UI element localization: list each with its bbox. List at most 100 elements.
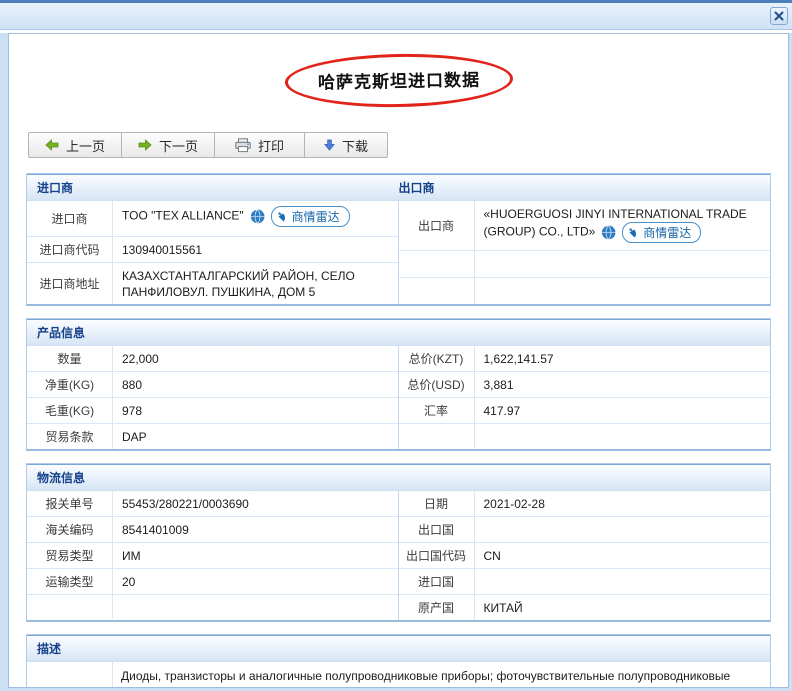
field-label: 进口商 bbox=[27, 201, 113, 236]
print-button[interactable]: 打印 bbox=[214, 132, 306, 158]
red-circle-annotation: 哈萨克斯坦进口数据 bbox=[284, 52, 513, 109]
radar-label: 商情雷达 bbox=[291, 210, 340, 224]
field-label: 净重(KG) bbox=[27, 372, 113, 397]
field-label: 产品描述 bbox=[27, 662, 113, 687]
globe-icon[interactable] bbox=[249, 209, 265, 224]
field-label: 出口商 bbox=[399, 201, 475, 250]
section-header: 物流信息 bbox=[27, 464, 770, 491]
table-row: 报关单号 55453/280221/0003690 bbox=[27, 491, 398, 517]
business-radar-link[interactable]: 商情雷达 bbox=[270, 206, 350, 227]
close-icon bbox=[774, 11, 784, 21]
table-row: 贸易类型 ИМ bbox=[27, 543, 398, 569]
field-label: 报关单号 bbox=[27, 491, 113, 516]
print-label: 打印 bbox=[258, 138, 285, 154]
table-row: 净重(KG) 880 bbox=[27, 372, 398, 398]
product-right-table: 总价(KZT) 1,622,141.57 总价(USD) 3,881 汇率 41… bbox=[398, 346, 770, 449]
title-area: 哈萨克斯坦进口数据 bbox=[26, 52, 771, 118]
importer-header: 进口商 bbox=[37, 181, 74, 195]
exporter-header: 出口商 bbox=[398, 181, 435, 195]
table-row: 海关编码 8541401009 bbox=[27, 517, 398, 543]
field-label: 出口国代码 bbox=[399, 543, 475, 568]
product-header: 产品信息 bbox=[37, 326, 86, 340]
field-value: CN bbox=[483, 548, 501, 563]
page-title: 哈萨克斯坦进口数据 bbox=[317, 70, 480, 93]
toolbar: 上一页 下一页 打印 下载 bbox=[28, 132, 389, 158]
download-label: 下载 bbox=[342, 138, 369, 154]
importer-name: TOO "TEX ALLIANCE" bbox=[122, 208, 244, 223]
dialog-window: 哈萨克斯坦进口数据 上一页 下一页 打印 下载 进口商 出口商 进口商 TOO … bbox=[0, 0, 792, 691]
section-description: 描述 产品描述 Диоды, транзисторы и аналогичные… bbox=[26, 634, 771, 687]
field-label: 出口国 bbox=[399, 517, 475, 542]
field-value: 130940015561 bbox=[122, 242, 203, 257]
window-frame: 哈萨克斯坦进口数据 上一页 下一页 打印 下载 进口商 出口商 进口商 TOO … bbox=[0, 33, 792, 691]
field-value: 1,622,141.57 bbox=[483, 351, 554, 366]
table-row: 进口商代码 130940015561 bbox=[27, 237, 398, 263]
importer-table: 进口商 TOO "TEX ALLIANCE" 商情雷达 进口商代码 1309400… bbox=[27, 201, 399, 304]
field-label: 贸易条款 bbox=[27, 424, 113, 449]
table-row: 出口商 «HUOERGUOSI JINYI INTERNATIONAL TRAD… bbox=[398, 201, 770, 251]
table-row: 数量 22,000 bbox=[27, 346, 398, 372]
download-icon bbox=[324, 139, 335, 151]
download-button[interactable]: 下载 bbox=[304, 132, 389, 158]
field-value: DAP bbox=[122, 429, 147, 444]
field-value bbox=[475, 278, 771, 304]
field-value: 2021-02-28 bbox=[483, 496, 545, 511]
field-value: 3,881 bbox=[483, 377, 514, 392]
table-row bbox=[398, 251, 770, 278]
arrow-left-icon bbox=[45, 139, 59, 151]
section-header: 描述 bbox=[27, 635, 770, 662]
table-row bbox=[399, 278, 771, 304]
table-row: 进口商地址 КАЗАХСТАНТАЛГАРСКИЙ РАЙОН, СЕЛО ПА… bbox=[27, 263, 398, 304]
section-header: 进口商 出口商 bbox=[27, 174, 770, 201]
logistics-right-table: 日期 2021-02-28 出口国 出口国代码 CN 进口国 原产国 КИТАЙ bbox=[398, 491, 771, 620]
close-button[interactable] bbox=[770, 7, 788, 25]
field-value: 8541401009 bbox=[122, 522, 189, 537]
radar-icon bbox=[278, 211, 285, 221]
field-label: 汇率 bbox=[399, 398, 475, 423]
field-value: 55453/280221/0003690 bbox=[122, 496, 249, 511]
table-row: 毛重(KG) 978 bbox=[27, 398, 398, 424]
description-header: 描述 bbox=[37, 642, 62, 656]
field-label bbox=[399, 424, 475, 448]
prev-page-button[interactable]: 上一页 bbox=[28, 132, 123, 158]
table-row: 贸易条款 DAP bbox=[27, 424, 398, 449]
product-description-text: Диоды, транзисторы и аналогичные полупро… bbox=[121, 669, 754, 687]
field-value: ИМ bbox=[122, 548, 141, 563]
table-row: 出口国 bbox=[398, 517, 770, 543]
section-header: 产品信息 bbox=[27, 319, 770, 346]
business-radar-link[interactable]: 商情雷达 bbox=[622, 222, 702, 243]
prev-page-label: 上一页 bbox=[66, 138, 106, 154]
exporter-table: 出口商 «HUOERGUOSI JINYI INTERNATIONAL TRAD… bbox=[398, 201, 771, 304]
globe-icon[interactable] bbox=[601, 225, 616, 240]
field-label: 进口国 bbox=[399, 569, 475, 594]
next-page-button[interactable]: 下一页 bbox=[121, 132, 216, 158]
field-label bbox=[27, 595, 113, 619]
table-row: 出口国代码 CN bbox=[398, 543, 770, 569]
field-value: КИТАЙ bbox=[483, 600, 523, 615]
field-label: 海关编码 bbox=[27, 517, 113, 542]
content-panel: 哈萨克斯坦进口数据 上一页 下一页 打印 下载 进口商 出口商 进口商 TOO … bbox=[8, 33, 789, 688]
printer-icon bbox=[235, 137, 251, 152]
dialog-titlebar bbox=[0, 3, 792, 30]
field-label: 原产国 bbox=[399, 595, 475, 620]
field-value: 978 bbox=[122, 403, 143, 418]
next-page-label: 下一页 bbox=[159, 138, 199, 154]
radar-icon bbox=[629, 227, 637, 237]
arrow-right-icon bbox=[138, 139, 152, 151]
field-value: 22,000 bbox=[122, 351, 159, 366]
table-row: 汇率 417.97 bbox=[398, 398, 770, 424]
field-value: КАЗАХСТАНТАЛГАРСКИЙ РАЙОН, СЕЛО ПАНФИЛОВ… bbox=[122, 269, 355, 299]
field-value: 20 bbox=[122, 574, 136, 589]
section-product-info: 产品信息 数量 22,000 净重(KG) 880 毛重(KG) 978 贸易条… bbox=[26, 318, 771, 451]
table-row: 进口国 bbox=[398, 569, 771, 595]
field-value: 417.97 bbox=[483, 403, 521, 418]
field-value: 880 bbox=[122, 377, 143, 392]
table-row: 进口商 TOO "TEX ALLIANCE" 商情雷达 bbox=[27, 201, 398, 237]
field-value bbox=[475, 569, 771, 594]
section-importer-exporter: 进口商 出口商 进口商 TOO "TEX ALLIANCE" 商情雷达 进口商代码 bbox=[26, 173, 771, 306]
table-row bbox=[27, 595, 398, 619]
table-row: 总价(USD) 3,881 bbox=[398, 372, 770, 398]
logistics-left-table: 报关单号 55453/280221/0003690 海关编码 854140100… bbox=[27, 491, 399, 620]
field-label: 进口商地址 bbox=[27, 263, 113, 304]
field-label bbox=[399, 251, 475, 277]
